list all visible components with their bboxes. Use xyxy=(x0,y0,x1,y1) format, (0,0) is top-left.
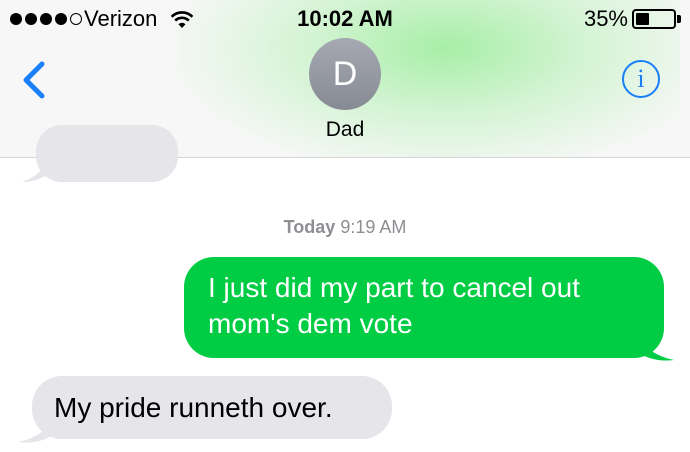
message-line: mom's dem vote xyxy=(208,308,413,339)
status-bar: Verizon 10:02 AM 35% xyxy=(0,0,690,40)
received-message-bubble[interactable]: My pride runneth over. xyxy=(32,376,392,439)
battery-fill xyxy=(636,13,649,25)
previous-message-bubble xyxy=(36,125,178,182)
bubble-tail xyxy=(636,332,674,361)
chevron-left-icon[interactable] xyxy=(18,60,52,100)
info-icon[interactable]: i xyxy=(622,60,660,98)
battery-percentage: 35% xyxy=(583,6,628,31)
bubble-tail xyxy=(18,414,56,443)
contact-avatar[interactable]: D xyxy=(309,38,381,110)
timestamp-day: Today xyxy=(283,217,336,237)
message-timestamp: Today 9:19 AM xyxy=(0,217,690,238)
bubble-tail xyxy=(22,160,50,182)
battery-icon xyxy=(632,9,676,29)
sent-message-bubble[interactable]: I just did my part to cancel out mom's d… xyxy=(184,257,664,358)
battery-nub xyxy=(677,15,681,23)
timestamp-time: 9:19 AM xyxy=(340,217,407,237)
message-line: I just did my part to cancel out xyxy=(208,272,580,303)
